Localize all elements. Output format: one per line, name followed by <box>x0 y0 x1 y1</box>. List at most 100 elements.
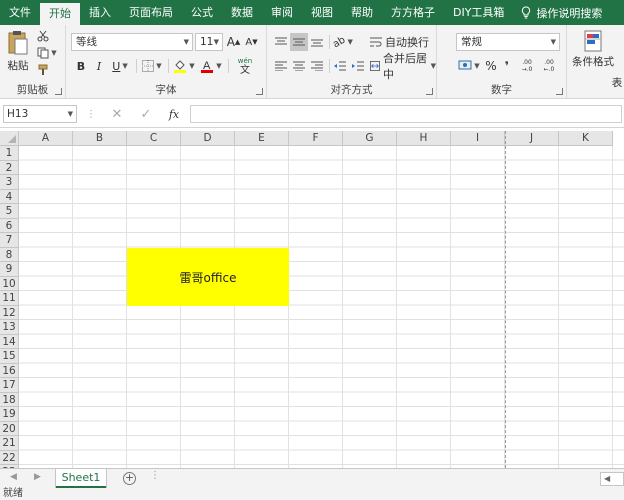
borders-button[interactable]: ▼ <box>139 57 165 75</box>
font-color-button[interactable]: A ▼ <box>198 57 224 75</box>
row-header[interactable]: 15 <box>0 349 19 364</box>
row-header[interactable]: 14 <box>0 334 19 349</box>
percent-style-button[interactable]: % <box>484 57 498 75</box>
orientation-button[interactable]: ab ▼ <box>331 33 355 51</box>
increase-decimal-button[interactable]: .00 →.0 <box>517 57 537 75</box>
row-header[interactable]: 19 <box>0 407 19 422</box>
tab-page-layout[interactable]: 页面布局 <box>120 0 182 25</box>
decrease-font-button[interactable]: A ▼ <box>244 33 259 51</box>
merged-cell-c8-e11[interactable]: 雷哥office <box>127 248 289 306</box>
row-header[interactable]: 6 <box>0 218 19 233</box>
phonetic-button[interactable]: wén 文 <box>231 55 259 77</box>
font-launcher[interactable] <box>256 88 263 95</box>
bold-button[interactable]: B <box>72 57 90 75</box>
format-painter-button[interactable] <box>36 63 50 77</box>
row-header[interactable]: 13 <box>0 320 19 335</box>
align-bottom-button[interactable] <box>308 33 326 51</box>
conditional-formatting-button[interactable]: 条件格式 <box>571 29 615 69</box>
fill-color-button[interactable]: ▼ <box>171 57 197 75</box>
tab-fangfang[interactable]: 方方格子 <box>382 0 444 25</box>
column-header[interactable]: C <box>127 131 181 146</box>
formula-input[interactable] <box>190 105 622 123</box>
increase-indent-button[interactable] <box>349 57 367 75</box>
increase-font-button[interactable]: A ▲ <box>226 33 241 51</box>
row-header[interactable]: 20 <box>0 421 19 436</box>
cancel-entry-button[interactable]: ✕ <box>107 105 127 123</box>
sheet-bar-grip-icon[interactable]: ⋮ <box>150 470 160 481</box>
row-header[interactable]: 16 <box>0 363 19 378</box>
italic-button[interactable]: I <box>90 57 108 75</box>
row-header[interactable]: 10 <box>0 276 19 291</box>
tab-diy-toolbox[interactable]: DIY工具箱 <box>444 0 513 25</box>
row-header[interactable]: 4 <box>0 189 19 204</box>
column-header[interactable]: B <box>73 131 127 146</box>
row-header[interactable]: 18 <box>0 392 19 407</box>
underline-button[interactable]: U ▼ <box>108 57 132 75</box>
column-header[interactable]: G <box>343 131 397 146</box>
row-header[interactable]: 17 <box>0 378 19 393</box>
row-header[interactable]: 8 <box>0 247 19 262</box>
row-header[interactable]: 21 <box>0 436 19 451</box>
font-size-select[interactable]: 11 ▼ <box>195 33 223 51</box>
row-header[interactable]: 5 <box>0 204 19 219</box>
row-header[interactable]: 7 <box>0 233 19 248</box>
column-header[interactable]: H <box>397 131 451 146</box>
tab-insert[interactable]: 插入 <box>80 0 120 25</box>
column-header[interactable]: F <box>289 131 343 146</box>
tab-home[interactable]: 开始 <box>40 3 80 25</box>
font-name-select[interactable]: 等线 ▼ <box>71 33 193 51</box>
column-header[interactable]: E <box>235 131 289 146</box>
merge-center-button[interactable]: 合并后居中 ▼ <box>370 52 436 81</box>
align-left-button[interactable] <box>272 57 290 75</box>
row-header[interactable]: 3 <box>0 175 19 190</box>
tab-file[interactable]: 文件 <box>0 0 40 25</box>
insert-function-button[interactable]: fx <box>163 105 185 123</box>
tell-me-search[interactable]: 操作说明搜索 <box>513 0 602 25</box>
row-header[interactable]: 9 <box>0 262 19 277</box>
column-header[interactable]: A <box>19 131 73 146</box>
format-as-table-button[interactable]: 表 <box>611 75 623 89</box>
copy-button[interactable]: ▼ <box>36 46 58 60</box>
decrease-indent-button[interactable] <box>331 57 349 75</box>
cut-button[interactable] <box>36 29 50 43</box>
clipboard-launcher[interactable] <box>55 88 62 95</box>
clipboard-group: 粘贴 ▼ 剪贴板 <box>0 25 66 98</box>
align-middle-button[interactable] <box>290 33 308 51</box>
wrap-text-button[interactable]: 自动换行 <box>370 33 430 51</box>
row-header[interactable]: 2 <box>0 160 19 175</box>
formula-bar-grip-icon[interactable]: ⋮ <box>86 107 96 121</box>
prev-sheet-icon[interactable]: ◀ <box>10 472 17 482</box>
align-center-button[interactable] <box>290 57 308 75</box>
tab-formulas[interactable]: 公式 <box>182 0 222 25</box>
paste-button[interactable]: 粘贴 <box>4 28 32 74</box>
accounting-format-button[interactable]: ▼ <box>456 57 482 75</box>
tab-help[interactable]: 帮助 <box>342 0 382 25</box>
conditional-formatting-label: 条件格式 <box>572 55 614 68</box>
column-header[interactable]: D <box>181 131 235 146</box>
number-launcher[interactable] <box>556 88 563 95</box>
row-header[interactable]: 11 <box>0 291 19 306</box>
row-header[interactable]: 22 <box>0 450 19 465</box>
comma-style-button[interactable]: ❜ <box>500 57 514 75</box>
align-top-button[interactable] <box>272 33 290 51</box>
next-sheet-icon[interactable]: ▶ <box>34 472 41 482</box>
column-header[interactable]: J <box>505 131 559 146</box>
tab-review[interactable]: 审阅 <box>262 0 302 25</box>
sheet-tab-sheet1[interactable]: Sheet1 <box>56 469 106 488</box>
align-right-button[interactable] <box>308 57 326 75</box>
decrease-decimal-button[interactable]: .00 ←.0 <box>539 57 559 75</box>
column-header[interactable]: K <box>559 131 613 146</box>
confirm-entry-button[interactable]: ✓ <box>136 105 156 123</box>
column-header[interactable]: I <box>451 131 505 146</box>
tab-view[interactable]: 视图 <box>302 0 342 25</box>
row-header[interactable]: 1 <box>0 146 19 161</box>
add-sheet-button[interactable]: + <box>123 472 136 485</box>
cell-area[interactable] <box>19 146 624 468</box>
name-box[interactable]: H13 ▼ <box>3 105 77 123</box>
tab-data[interactable]: 数据 <box>222 0 262 25</box>
alignment-launcher[interactable] <box>426 88 433 95</box>
number-format-select[interactable]: 常规 ▼ <box>456 33 560 51</box>
row-header[interactable]: 12 <box>0 305 19 320</box>
select-all-button[interactable] <box>0 131 19 146</box>
horizontal-scrollbar[interactable]: ◀ <box>600 472 624 486</box>
